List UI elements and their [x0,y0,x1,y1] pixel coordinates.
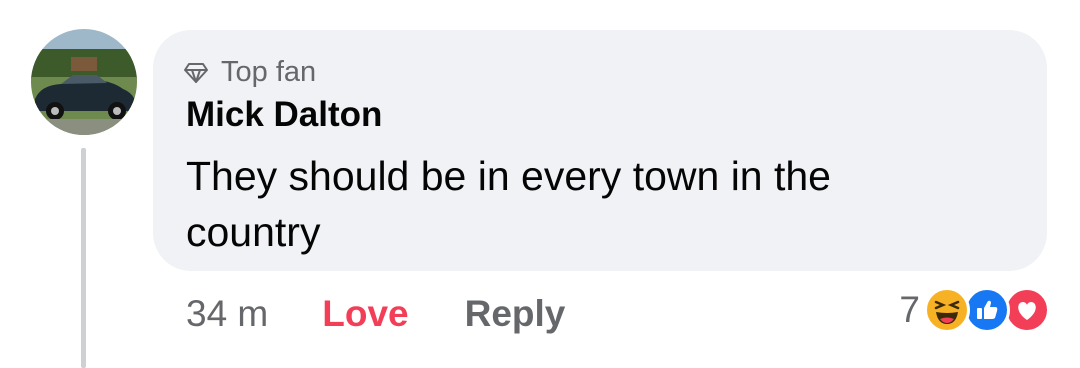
comment-bubble: Top fan Mick Dalton They should be in ev… [153,30,1047,271]
badge-label: Top fan [221,56,317,88]
reaction-icons [924,287,1050,333]
top-fan-badge: Top fan [183,56,316,89]
timestamp[interactable]: 34 m [186,293,268,335]
diamond-icon [184,62,208,83]
reaction-count: 7 [899,289,920,330]
reaction-summary[interactable]: 7 [899,287,1050,333]
haha-icon [924,287,970,333]
avatar-car-photo-icon [31,29,137,135]
avatar[interactable] [31,29,137,135]
comment-actions: 34 m Love Reply [186,292,565,336]
love-icon [1004,287,1050,333]
love-button[interactable]: Love [322,293,408,335]
like-icon [964,287,1010,333]
comment-text: They should be in every town in the coun… [186,153,831,255]
reply-button[interactable]: Reply [465,293,566,335]
author-name[interactable]: Mick Dalton [186,95,382,135]
thread-line [81,148,86,368]
